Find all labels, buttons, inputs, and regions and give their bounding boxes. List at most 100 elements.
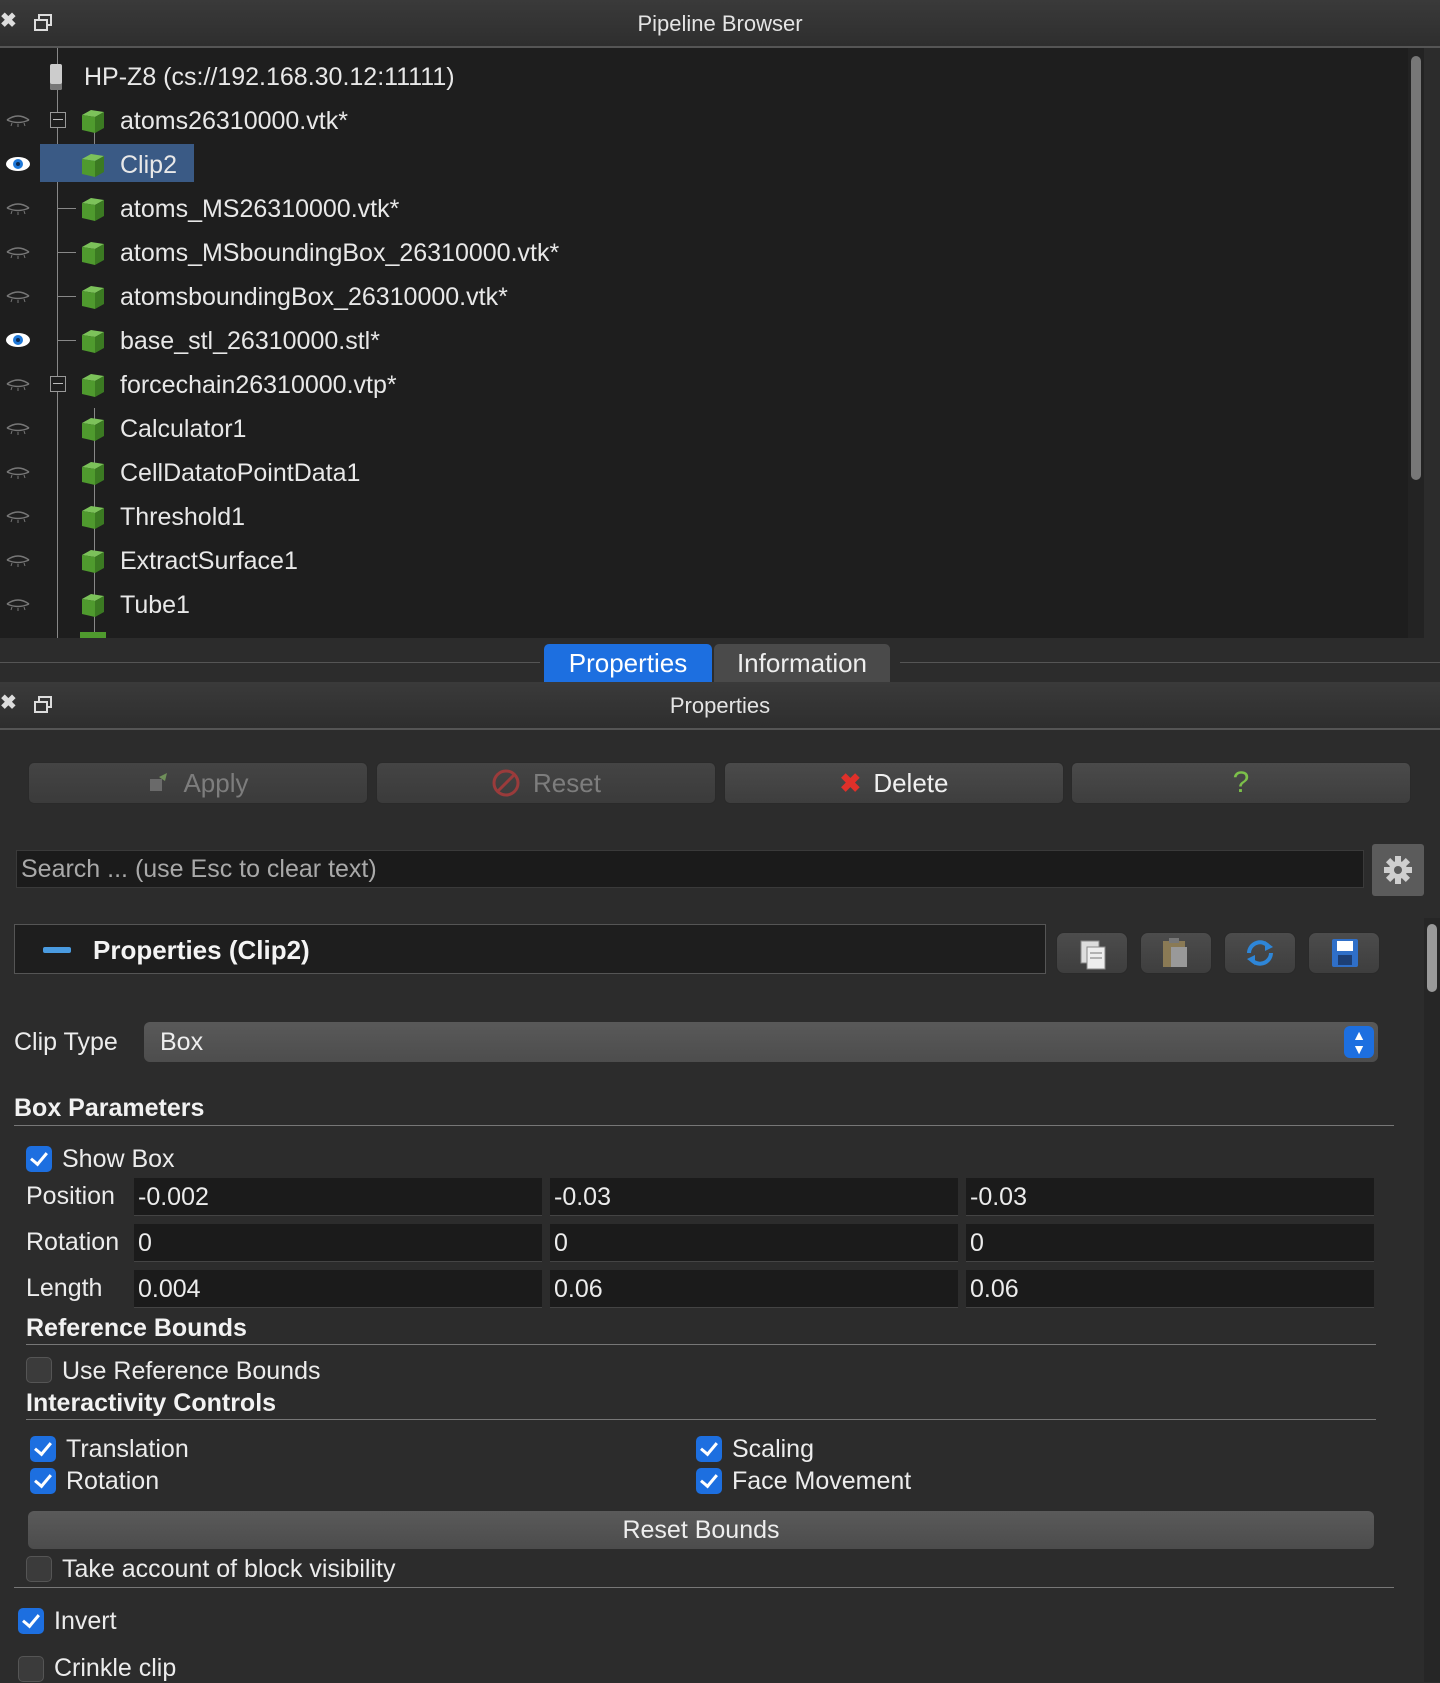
- pipeline-item[interactable]: CellDatatoPointData1: [0, 452, 1410, 492]
- tab-information[interactable]: Information: [714, 644, 890, 682]
- gear-icon: [1384, 856, 1412, 884]
- properties-scrollbar[interactable]: [1424, 918, 1440, 1682]
- help-button[interactable]: ?: [1071, 762, 1411, 804]
- cancel-icon: [492, 769, 520, 797]
- crinkle-clip-checkbox[interactable]: [18, 1656, 44, 1682]
- paste-button[interactable]: [1140, 932, 1212, 974]
- eye-hidden-icon[interactable]: [4, 550, 32, 570]
- pipeline-item[interactable]: atoms_MSboundingBox_26310000.vtk*: [0, 232, 1410, 272]
- pipeline-item[interactable]: Clip2: [0, 144, 1410, 184]
- scrollbar-thumb[interactable]: [1411, 56, 1421, 480]
- eye-hidden-icon[interactable]: [4, 286, 32, 306]
- pipeline-item[interactable]: Tube1: [0, 584, 1410, 624]
- pipeline-item[interactable]: Calculator1: [0, 408, 1410, 448]
- use-reference-bounds-checkbox[interactable]: [26, 1357, 52, 1383]
- cube-icon: [82, 198, 104, 221]
- save-button[interactable]: [1308, 932, 1380, 974]
- pipeline-item-label: atoms_MS26310000.vtk*: [120, 195, 400, 223]
- copy-button[interactable]: [1056, 932, 1128, 974]
- properties-titlebar: ✖ Properties: [0, 682, 1440, 730]
- pipeline-item[interactable]: forcechain26310000.vtp*: [0, 364, 1410, 404]
- rotation-y-field[interactable]: 0: [550, 1224, 958, 1262]
- delete-button[interactable]: ✖ Delete: [724, 762, 1064, 804]
- face-movement-checkbox[interactable]: [696, 1468, 722, 1494]
- cube-icon: [82, 418, 104, 441]
- reset-bounds-button[interactable]: Reset Bounds: [28, 1511, 1374, 1549]
- search-input[interactable]: [16, 850, 1364, 888]
- eye-hidden-icon[interactable]: [4, 418, 32, 438]
- eye-hidden-icon[interactable]: [4, 594, 32, 614]
- eye-visible-icon[interactable]: [4, 154, 32, 174]
- invert-checkbox[interactable]: [18, 1608, 44, 1634]
- position-y-field[interactable]: -0.03: [550, 1178, 958, 1216]
- rotation-checkbox[interactable]: [30, 1468, 56, 1494]
- pipeline-item-label: atomsboundingBox_26310000.vtk*: [120, 283, 508, 311]
- delete-label: Delete: [873, 767, 949, 798]
- scaling-checkbox[interactable]: [696, 1436, 722, 1462]
- position-label: Position: [26, 1182, 115, 1210]
- crinkle-clip-label: Crinkle clip: [54, 1654, 177, 1682]
- eye-hidden-icon[interactable]: [4, 198, 32, 218]
- pipeline-tree[interactable]: HP-Z8 (cs://192.168.30.12:11111) atoms26…: [0, 48, 1424, 638]
- properties-section-header[interactable]: Properties (Clip2): [14, 924, 1046, 974]
- invert-label: Invert: [54, 1607, 117, 1635]
- eye-hidden-icon[interactable]: [4, 462, 32, 482]
- length-x-field[interactable]: 0.004: [134, 1270, 542, 1308]
- collapse-icon[interactable]: [43, 947, 71, 953]
- pipeline-item[interactable]: base_stl_26310000.stl*: [0, 320, 1410, 360]
- cube-icon: [82, 374, 104, 397]
- eye-hidden-icon[interactable]: [4, 110, 32, 130]
- delete-icon: ✖: [839, 767, 862, 798]
- server-icon: [50, 64, 62, 90]
- length-z-field[interactable]: 0.06: [966, 1270, 1374, 1308]
- pipeline-scrollbar[interactable]: [1408, 48, 1424, 638]
- show-box-checkbox[interactable]: [26, 1146, 52, 1172]
- cube-icon: [80, 632, 106, 638]
- rotation-x-field[interactable]: 0: [134, 1224, 542, 1262]
- apply-icon: [150, 773, 168, 791]
- box-parameters-header: Box Parameters: [14, 1094, 205, 1122]
- advanced-settings-button[interactable]: [1372, 844, 1424, 896]
- eye-hidden-icon[interactable]: [4, 506, 32, 526]
- pipeline-item[interactable]: atoms26310000.vtk*: [0, 100, 1410, 140]
- pipeline-item[interactable]: ExtractSurface1: [0, 540, 1410, 580]
- pipeline-item-label: Calculator1: [120, 415, 247, 443]
- server-row[interactable]: HP-Z8 (cs://192.168.30.12:11111): [0, 56, 1410, 96]
- pipeline-item-label: atoms_MSboundingBox_26310000.vtk*: [120, 239, 560, 267]
- pipeline-item-label: atoms26310000.vtk*: [120, 107, 348, 135]
- block-visibility-checkbox[interactable]: [26, 1556, 52, 1582]
- clip-type-select[interactable]: Box ▲ ▼: [144, 1022, 1378, 1062]
- eye-hidden-icon[interactable]: [4, 242, 32, 262]
- reset-button[interactable]: Reset: [376, 762, 716, 804]
- position-z-field[interactable]: -0.03: [966, 1178, 1374, 1216]
- eye-hidden-icon[interactable]: [4, 374, 32, 394]
- chevron-updown-icon: ▲ ▼: [1344, 1026, 1374, 1058]
- help-icon: ?: [1232, 766, 1250, 799]
- show-box-label: Show Box: [62, 1145, 175, 1173]
- cube-icon: [82, 550, 104, 573]
- translation-checkbox[interactable]: [30, 1436, 56, 1462]
- rotation-control-label: Rotation: [66, 1467, 160, 1495]
- tab-properties[interactable]: Properties: [544, 644, 712, 682]
- rotation-z-field[interactable]: 0: [966, 1224, 1374, 1262]
- refresh-button[interactable]: [1224, 932, 1296, 974]
- refresh-icon: [1247, 940, 1273, 966]
- pipeline-item[interactable]: Threshold1: [0, 496, 1410, 536]
- pipeline-item[interactable]: atomsboundingBox_26310000.vtk*: [0, 276, 1410, 316]
- pipeline-item-label: ExtractSurface1: [120, 547, 298, 575]
- scrollbar-thumb[interactable]: [1427, 924, 1437, 992]
- cube-icon: [82, 242, 104, 265]
- reference-bounds-header: Reference Bounds: [26, 1314, 247, 1342]
- position-x-field[interactable]: -0.002: [134, 1178, 542, 1216]
- length-label: Length: [26, 1274, 103, 1302]
- collapse-toggle[interactable]: [50, 112, 66, 128]
- block-visibility-label: Take account of block visibility: [62, 1555, 396, 1583]
- pipeline-item-label: CellDatatoPointData1: [120, 459, 361, 487]
- collapse-toggle[interactable]: [50, 376, 66, 392]
- eye-visible-icon[interactable]: [4, 330, 32, 350]
- apply-button[interactable]: Apply: [28, 762, 368, 804]
- reset-bounds-label: Reset Bounds: [622, 1516, 780, 1544]
- save-icon: [1332, 939, 1358, 967]
- length-y-field[interactable]: 0.06: [550, 1270, 958, 1308]
- pipeline-item[interactable]: atoms_MS26310000.vtk*: [0, 188, 1410, 228]
